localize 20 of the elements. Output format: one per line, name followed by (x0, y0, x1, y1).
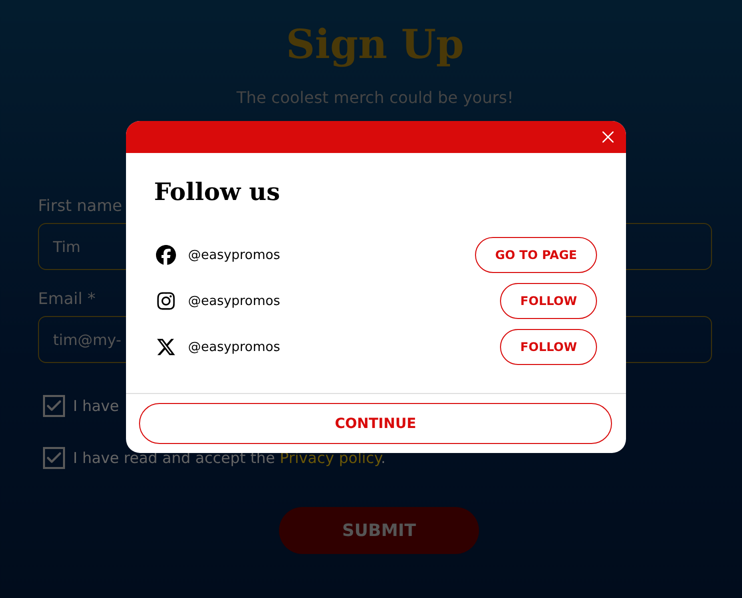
consent-text: I have read and accept the Privacy policy. (73, 449, 386, 467)
page-title: Sign Up (286, 20, 464, 70)
privacy-link[interactable]: Privacy policy (280, 449, 381, 467)
social-handle: @easypromos (188, 248, 282, 262)
checkbox[interactable] (43, 395, 65, 417)
dialog-title: Follow us (154, 176, 280, 208)
follow-button[interactable]: FOLLOW (500, 329, 597, 365)
instagram-icon (156, 291, 176, 311)
social-handle: @easypromos (188, 294, 282, 308)
go-to-page-button[interactable]: GO TO PAGE (475, 237, 597, 273)
subtitle: The coolest merch could be yours! (236, 88, 514, 107)
field-label: First name (38, 195, 122, 217)
consent-text: I have (73, 397, 119, 415)
x-logo-icon (156, 337, 176, 357)
field-label: Email * (38, 288, 96, 310)
checkbox[interactable] (43, 447, 65, 469)
facebook-icon (156, 245, 176, 265)
follow-button[interactable]: FOLLOW (500, 283, 597, 319)
social-handle: @easypromos (188, 340, 282, 354)
continue-button[interactable]: CONTINUE (139, 403, 612, 444)
